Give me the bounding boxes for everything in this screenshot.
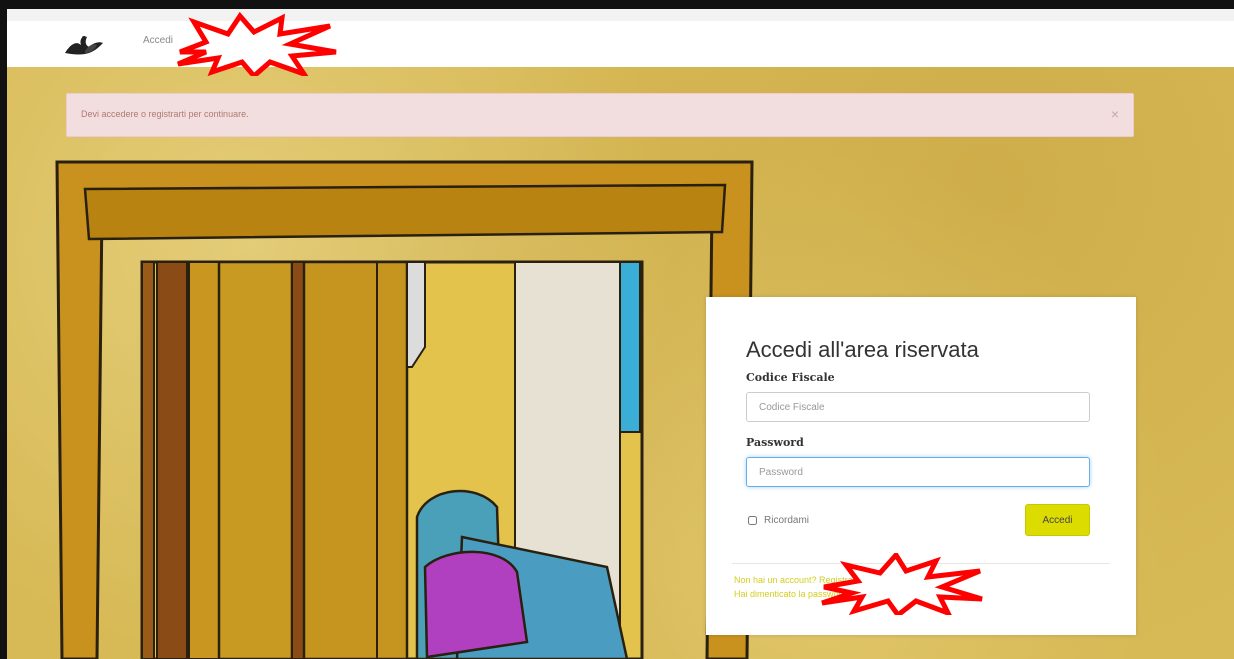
nav-registrati-link[interactable]: Registrati bbox=[215, 35, 257, 46]
codice-fiscale-input[interactable] bbox=[746, 392, 1090, 422]
login-submit-button[interactable]: Accedi bbox=[1025, 504, 1090, 536]
divider bbox=[732, 563, 1110, 564]
codice-fiscale-label: Codice Fiscale bbox=[746, 371, 835, 384]
alert-message: Devi accedere o registrarti per continua… bbox=[81, 109, 249, 119]
remember-me[interactable]: Ricordami bbox=[748, 515, 809, 526]
forgot-password-link[interactable]: Hai dimenticato la password? bbox=[734, 589, 852, 599]
login-title: Accedi all'area riservata bbox=[746, 337, 979, 362]
password-input[interactable] bbox=[746, 457, 1090, 487]
top-navbar: Accedi Registrati bbox=[7, 9, 1234, 67]
register-link[interactable]: Non hai un account? Registrati bbox=[734, 575, 857, 585]
password-label: Password bbox=[746, 436, 804, 449]
remember-checkbox[interactable] bbox=[748, 516, 757, 525]
doves-logo-icon[interactable] bbox=[63, 31, 107, 61]
login-required-alert: Devi accedere o registrarti per continua… bbox=[66, 93, 1134, 137]
nav-accedi-link[interactable]: Accedi bbox=[143, 35, 173, 46]
close-icon[interactable]: × bbox=[1111, 106, 1119, 122]
remember-label: Ricordami bbox=[764, 515, 810, 526]
login-panel: Accedi all'area riservata Codice Fiscale… bbox=[706, 297, 1136, 635]
